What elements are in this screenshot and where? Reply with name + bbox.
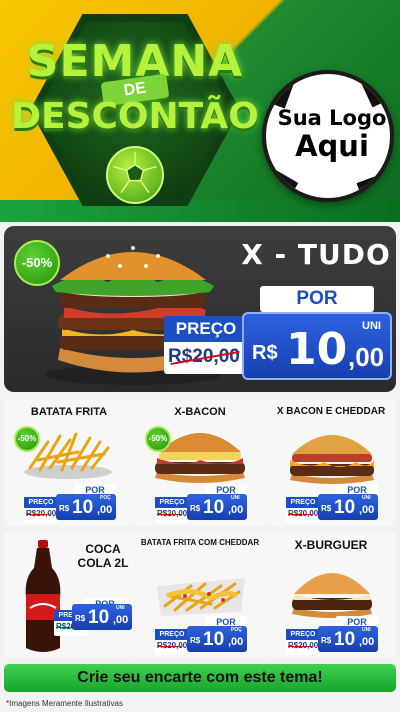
product-card: X BACON E CHEDDAR POR PREÇO R$20,00 UNI …: [266, 400, 396, 526]
burger-image: [292, 573, 372, 618]
discount-badge: -50%: [14, 426, 40, 452]
featured-product-name: X - TUDO: [241, 238, 391, 271]
ball-patch: [266, 162, 299, 198]
old-price-box: PREÇO R$20,00: [155, 629, 189, 655]
product-card: X-BACON -50% POR PREÇO R$20,00 UNI R$ 10…: [135, 400, 265, 526]
product-name: X BACON E CHEDDAR: [276, 406, 386, 417]
old-price-box: PREÇO R$20,00: [286, 629, 320, 655]
current-price: POÇ R$ 10 ,00: [187, 626, 247, 652]
old-price-box: PREÇO R$20,00: [155, 497, 189, 523]
old-price-box: PREÇO R$20,00: [164, 316, 248, 374]
ball-patch: [355, 74, 390, 108]
old-price: R$20,00: [168, 342, 248, 372]
price-integer: 10: [88, 607, 110, 628]
price-decimal: ,00: [228, 636, 244, 648]
price-currency: R$: [75, 614, 86, 623]
product-name: X-BACON: [174, 406, 226, 418]
price-integer: 10: [203, 629, 225, 650]
price-currency: R$: [321, 504, 332, 513]
header-banner: SEMANA DE DESCONTÃO Sua Logo Aqui: [0, 0, 400, 222]
old-price: R$20,00: [288, 509, 318, 518]
strike-line: [157, 514, 181, 515]
current-price: UNI R$ 10 ,00: [72, 604, 132, 630]
product-card: COCA COLA 2L POR PREÇO R$20,00 UNI R$ 10…: [4, 532, 134, 658]
preco-label: PREÇO: [286, 629, 320, 640]
old-price-box: PREÇO R$20,00: [286, 497, 320, 523]
price-decimal: ,00: [97, 504, 113, 516]
price-decimal: ,00: [228, 504, 244, 516]
strike-line: [157, 646, 181, 647]
soccer-ball-icon: [106, 146, 164, 204]
price-currency: R$: [252, 342, 278, 364]
burger-image: [290, 435, 374, 484]
current-price: UNI R$ 10 ,00: [318, 626, 378, 652]
current-price: UNI R$ 10 ,00: [187, 494, 247, 520]
product-card: X-BURGUER POR PREÇO R$20,00 UNI R$ 10 ,0…: [266, 532, 396, 658]
price-unit: UNI: [231, 495, 240, 501]
title-line-2: DESCONTÃO: [11, 96, 259, 137]
price-decimal: ,00: [348, 342, 385, 372]
por-label: POR: [260, 286, 374, 312]
product-name: COCA COLA 2L: [77, 542, 129, 571]
strike-line: [288, 514, 312, 515]
product-card: BATATA FRITA COM CHEDDAR POR PREÇO R$20,…: [135, 532, 265, 658]
old-price: R$20,00: [157, 509, 187, 518]
current-price: UNI R$ 10 ,00: [318, 494, 378, 520]
cta-banner[interactable]: Crie seu encarte com este tema!: [4, 664, 396, 692]
price-unit: UNI: [116, 605, 125, 611]
ball-patch: [356, 167, 390, 198]
strike-line: [26, 514, 50, 515]
price-integer: 10: [286, 324, 348, 375]
price-integer: 10: [72, 497, 94, 518]
current-price: POÇ R$ 10 ,00: [56, 494, 116, 520]
preco-label: PREÇO: [24, 497, 58, 508]
price-unit: POÇ: [231, 627, 242, 633]
price-currency: R$: [59, 504, 70, 513]
disclaimer-text: *Imagens Meramente Ilustrativas: [6, 699, 123, 708]
product-card: BATATA FRITA -50% POR PREÇO R$20,00 POÇ …: [4, 400, 134, 526]
product-name: BATATA FRITA: [30, 406, 108, 418]
preco-label: PREÇO: [286, 497, 320, 508]
price-decimal: ,00: [359, 636, 375, 648]
ball-patch: [266, 74, 301, 109]
preco-label: PREÇO: [155, 497, 189, 508]
cola-bottle-image: [25, 540, 61, 652]
price-currency: R$: [190, 504, 201, 513]
price-integer: 10: [334, 629, 356, 650]
logo-text: Sua Logo Aqui: [266, 106, 390, 164]
price-unit: UNI: [362, 627, 371, 633]
cheddar-fries-image: [157, 578, 245, 616]
old-price-box: PREÇO R$20,00: [24, 497, 58, 523]
price-decimal: ,00: [359, 504, 375, 516]
logo-line-1: Sua Logo: [277, 106, 387, 130]
price-unit: POÇ: [100, 495, 111, 501]
featured-product: -50% X - TUDO POR PREÇO R$20,00 UNI R$ 1…: [4, 226, 396, 392]
preco-label: PREÇO: [155, 629, 189, 640]
price-currency: R$: [321, 636, 332, 645]
product-name: BATATA FRITA COM CHEDDAR: [140, 538, 260, 547]
price-decimal: ,00: [113, 614, 129, 626]
price-unit: UNI: [362, 495, 371, 501]
old-price: R$20,00: [288, 641, 318, 650]
old-price: R$20,00: [157, 641, 187, 650]
logo-line-2: Aqui: [295, 129, 369, 164]
price-unit: UNI: [362, 320, 381, 332]
preco-label: PREÇO: [164, 316, 248, 342]
price-integer: 10: [334, 497, 356, 518]
current-price: UNI R$ 10 ,00: [242, 312, 392, 380]
price-integer: 10: [203, 497, 225, 518]
product-name: X-BURGUER: [294, 538, 368, 552]
discount-badge: -50%: [14, 240, 60, 286]
discount-badge: -50%: [145, 426, 171, 452]
logo-placeholder: Sua Logo Aqui: [262, 70, 394, 202]
old-price: R$20,00: [26, 509, 56, 518]
price-currency: R$: [190, 636, 201, 645]
strike-line: [288, 646, 312, 647]
campaign-title: SEMANA DE DESCONTÃO: [4, 10, 266, 210]
